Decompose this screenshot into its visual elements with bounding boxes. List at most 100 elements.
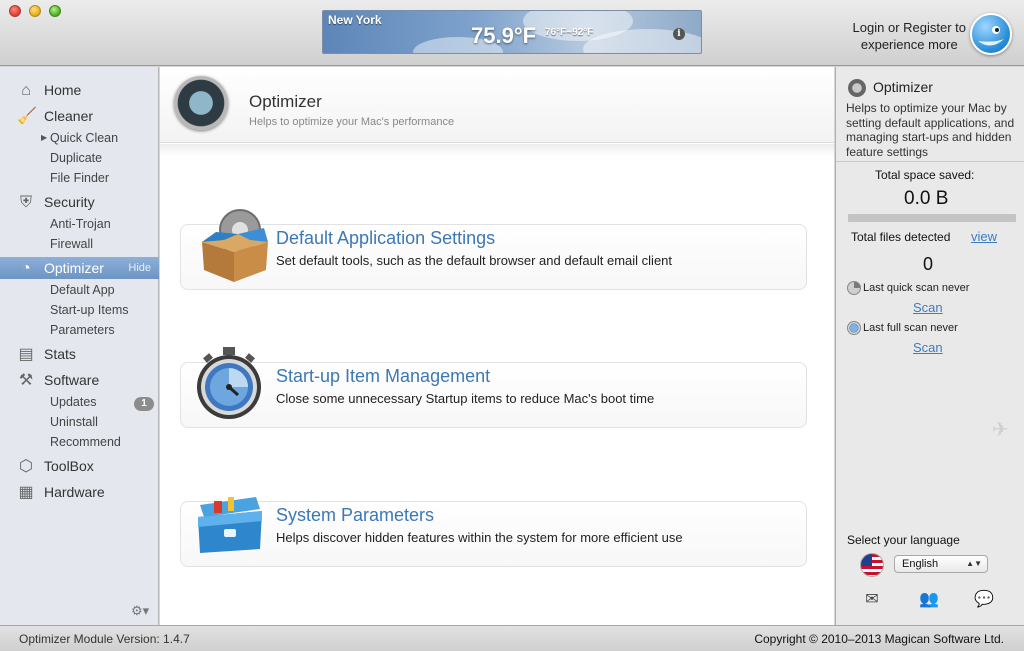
card-title: Start-up Item Management xyxy=(276,366,491,386)
zoom-window-button[interactable] xyxy=(49,5,61,17)
card-description: Helps discover hidden features within th… xyxy=(276,530,683,545)
sidebar-item-cleaner[interactable]: 🧹 Cleaner xyxy=(0,105,159,127)
sidebar-item-toolbox[interactable]: ⬡ ToolBox xyxy=(0,455,159,477)
chat-bubble-icon[interactable]: 💬 xyxy=(973,589,995,609)
app-store-icon: ⚒ xyxy=(18,372,34,389)
sidebar-item-home[interactable]: ⌂ Home xyxy=(0,79,159,101)
copyright-text: Copyright © 2010–2013 Magican Software L… xyxy=(754,632,1004,646)
sidebar-item-label: Stats xyxy=(44,346,76,362)
system-parameters-card[interactable]: System Parameters Helps discover hidden … xyxy=(180,501,807,567)
cube-icon: ⬡ xyxy=(19,458,33,475)
bird-avatar-icon[interactable] xyxy=(970,13,1012,55)
weather-range: 76°F~92°F xyxy=(545,27,594,38)
card-description: Set default tools, such as the default b… xyxy=(276,253,673,268)
users-icon[interactable]: 👥 xyxy=(918,589,940,609)
sidebar-subitem-quick-clean[interactable]: ▶ Quick Clean xyxy=(41,131,119,145)
sidebar-item-label: Software xyxy=(44,372,100,388)
stopwatch-icon xyxy=(197,347,261,419)
total-space-label: Total space saved: xyxy=(875,168,975,182)
panel-title: Optimizer xyxy=(873,79,933,95)
sidebar: ⌂ Home 🧹 Cleaner ▶ Quick Clean Duplicate… xyxy=(0,67,159,625)
quick-scan-status: Last quick scan never xyxy=(863,282,970,294)
sidebar-subitem-label: Quick Clean xyxy=(50,131,119,145)
login-line-1: Login or Register to xyxy=(852,20,966,35)
gear-menu-icon[interactable]: ⚙▾ xyxy=(131,603,149,619)
info-icon[interactable]: i xyxy=(673,28,685,40)
card-title: System Parameters xyxy=(276,505,435,525)
sidebar-item-label: Cleaner xyxy=(44,108,94,124)
space-progress-bar xyxy=(848,214,1016,222)
mail-icon[interactable]: ✉ xyxy=(861,589,883,609)
module-header: Optimizer Helps to optimize your Mac's p… xyxy=(160,67,834,143)
sidebar-subitem-default-app[interactable]: Default App xyxy=(50,283,115,297)
quick-scan-link[interactable]: Scan xyxy=(913,300,943,315)
language-label: Select your language xyxy=(847,533,960,547)
toolbox-icon xyxy=(198,497,262,553)
total-files-value: 0 xyxy=(923,254,934,274)
sidebar-subitem-startup-items[interactable]: Start-up Items xyxy=(50,303,129,317)
module-version: Optimizer Module Version: 1.4.7 xyxy=(19,632,190,646)
language-selected-value: English xyxy=(902,558,939,570)
sidebar-item-optimizer[interactable]: ◔ Optimizer Hide xyxy=(0,257,159,279)
speedometer-icon: ◔ xyxy=(21,260,31,277)
view-files-link[interactable]: view xyxy=(971,229,997,244)
sidebar-item-stats[interactable]: ▤ Stats xyxy=(0,343,159,365)
hide-button[interactable]: Hide xyxy=(128,262,151,274)
sidebar-item-label: Security xyxy=(44,194,95,210)
weather-widget[interactable]: New York 75.9°F 76°F~92°F i xyxy=(322,10,702,54)
header-shadow xyxy=(160,144,834,156)
sidebar-item-security[interactable]: ⛨ Security xyxy=(0,191,159,213)
chevron-updown-icon: ▲▼ xyxy=(966,559,982,568)
default-application-settings-card[interactable]: Default Application Settings Set default… xyxy=(180,224,807,290)
paper-plane-icon: ✈ xyxy=(992,419,1009,441)
full-scan-status: Last full scan never xyxy=(863,322,958,334)
login-line-2: experience more xyxy=(860,37,958,52)
sidebar-subitem-duplicate[interactable]: Duplicate xyxy=(50,151,102,165)
total-files-label: Total files detected xyxy=(851,230,951,244)
house-icon: ⌂ xyxy=(21,82,31,99)
sidebar-item-hardware[interactable]: ▦ Hardware xyxy=(0,481,159,503)
main-content: Optimizer Helps to optimize your Mac's p… xyxy=(160,67,834,625)
sidebar-subitem-firewall[interactable]: Firewall xyxy=(50,237,93,251)
total-space-value: 0.0 B xyxy=(904,188,949,209)
shield-icon: ⛨ xyxy=(19,194,32,211)
full-scan-status-icon xyxy=(847,321,861,335)
bar-chart-icon: ▤ xyxy=(18,346,34,363)
optimizer-small-icon xyxy=(848,79,866,97)
sidebar-subitem-uninstall[interactable]: Uninstall xyxy=(50,415,98,429)
status-bar: Optimizer Module Version: 1.4.7 Copyrigh… xyxy=(0,625,1024,651)
sidebar-item-label: Home xyxy=(44,82,82,98)
card-title: Default Application Settings xyxy=(276,228,496,248)
disclosure-triangle-icon: ▶ xyxy=(41,133,48,142)
login-register-link[interactable]: Login or Register to experience more xyxy=(853,19,966,53)
full-scan-link[interactable]: Scan xyxy=(913,340,943,355)
info-panel: Optimizer Helps to optimize your Mac by … xyxy=(835,67,1024,625)
us-flag-icon xyxy=(860,553,884,577)
bird-icon xyxy=(978,26,1004,46)
minimize-window-button[interactable] xyxy=(29,5,41,17)
quick-scan-status-icon xyxy=(847,281,861,295)
panel-divider xyxy=(836,161,1024,162)
sidebar-subitem-anti-trojan[interactable]: Anti-Trojan xyxy=(50,217,111,231)
updates-count-badge: 1 xyxy=(134,397,154,411)
sidebar-subitem-recommend[interactable]: Recommend xyxy=(50,435,121,449)
title-bar: New York 75.9°F 76°F~92°F i Login or Reg… xyxy=(0,0,1024,66)
card-description: Close some unnecessary Startup items to … xyxy=(276,391,655,406)
close-window-button[interactable] xyxy=(9,5,21,17)
language-select[interactable]: English ▲▼ xyxy=(894,555,988,573)
sidebar-item-label: Optimizer xyxy=(44,260,104,276)
optimizer-logo-icon xyxy=(174,76,228,130)
weather-city: New York xyxy=(328,13,382,27)
sidebar-item-label: Hardware xyxy=(44,484,105,500)
box-gear-icon xyxy=(202,209,268,282)
startup-item-management-card[interactable]: Start-up Item Management Close some unne… xyxy=(180,362,807,428)
page-subtitle: Helps to optimize your Mac's performance xyxy=(249,116,455,128)
memory-chip-icon: ▦ xyxy=(18,484,34,501)
page-title: Optimizer xyxy=(249,92,322,111)
sidebar-item-software[interactable]: ⚒ Software xyxy=(0,369,159,391)
sidebar-subitem-parameters[interactable]: Parameters xyxy=(50,323,115,337)
weather-temperature: 75.9°F xyxy=(471,23,537,48)
broom-icon: 🧹 xyxy=(17,108,37,125)
sidebar-subitem-file-finder[interactable]: File Finder xyxy=(50,171,109,185)
sidebar-subitem-updates[interactable]: Updates xyxy=(50,395,97,409)
